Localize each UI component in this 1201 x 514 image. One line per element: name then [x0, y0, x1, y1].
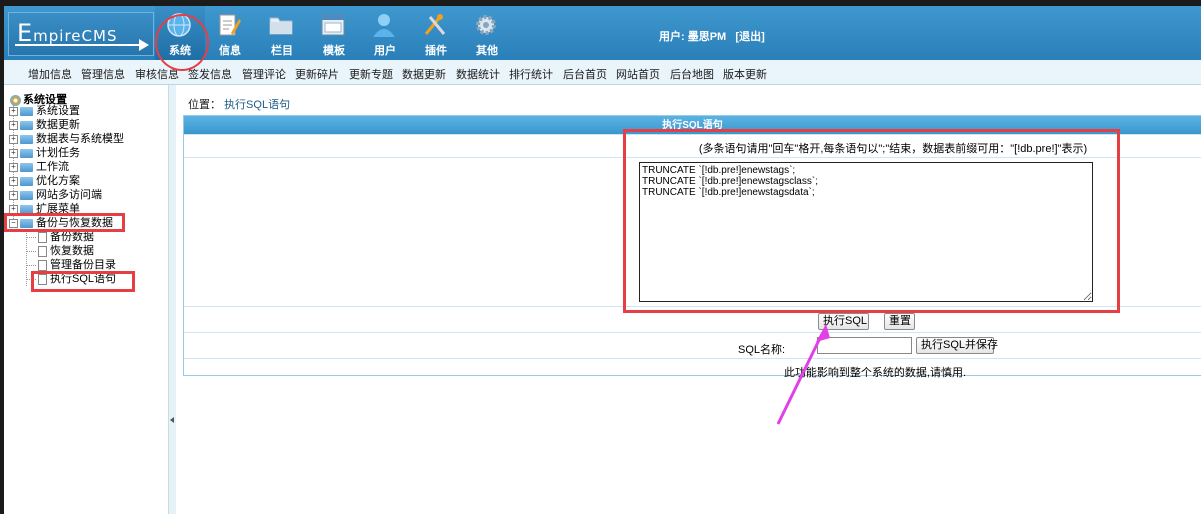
sub-nav-manage-info[interactable]: 管理信息 — [81, 66, 125, 82]
gear-icon — [476, 15, 496, 35]
breadcrumb-link[interactable]: 执行SQL语句 — [224, 99, 290, 111]
sidebar-tree: 系统设置 + 系统设置 + 数据更新 + 数据表与系统模型 + 计划任务 + 工作流 + 优… — [4, 85, 168, 514]
sub-nav-data-stats[interactable]: 数据统计 — [456, 66, 500, 82]
tree-item-manage-backup-dir[interactable]: 管理备份目录 — [38, 258, 116, 272]
tree-item-restore-data[interactable]: 恢复数据 — [38, 244, 94, 258]
tree-folder-scheduled-tasks[interactable]: + 计划任务 — [9, 146, 80, 160]
page-icon — [38, 259, 47, 271]
sub-nav-admin-map[interactable]: 后台地图 — [670, 66, 714, 82]
sub-nav-ranking-stats[interactable]: 排行统计 — [509, 66, 553, 82]
row-divider — [184, 358, 1201, 359]
sub-nav-site-home[interactable]: 网站首页 — [616, 66, 660, 82]
tree-line — [26, 237, 36, 238]
collapse-arrow-icon[interactable] — [170, 417, 174, 423]
tree-line — [26, 265, 36, 266]
tree-folder-data-update[interactable]: + 数据更新 — [9, 118, 80, 132]
folder-icon — [20, 120, 33, 130]
expand-icon[interactable]: + — [9, 120, 18, 130]
page-icon — [38, 231, 47, 243]
sub-nav-update-fragments[interactable]: 更新碎片 — [295, 66, 339, 82]
nav-label: 模板 — [323, 45, 345, 57]
highlight-box-sql-area — [623, 129, 1120, 313]
nav-label: 插件 — [425, 45, 447, 57]
cms-admin-window: EmpireCMS 系统 信息 栏目 模板 用户 插件 其他 用户: 墨思PM … — [4, 6, 1201, 514]
sub-nav-sign-info[interactable]: 签发信息 — [188, 66, 232, 82]
folder-icon — [269, 17, 293, 35]
warning-text: 此功能影响到整个系统的数据,请慎用. — [783, 367, 967, 379]
nav-plugin[interactable]: 插件 — [411, 6, 461, 60]
folder-icon — [20, 106, 33, 116]
logo-arrow-head — [139, 39, 149, 51]
folder-icon — [20, 190, 33, 200]
edit-icon — [219, 14, 241, 36]
nav-template[interactable]: 模板 — [309, 6, 359, 60]
expand-icon[interactable]: + — [9, 148, 18, 158]
breadcrumb-prefix: 位置： — [188, 99, 221, 111]
folder-icon — [20, 176, 33, 186]
tree-folder-system-settings[interactable]: + 系统设置 — [9, 104, 80, 118]
nav-label: 信息 — [219, 45, 241, 57]
page-icon — [38, 245, 47, 257]
folder-icon — [20, 134, 33, 144]
tree-line — [26, 251, 36, 252]
empirecms-logo[interactable]: EmpireCMS — [8, 12, 154, 56]
annotation-arrow — [776, 324, 830, 425]
tree-folder-multi-access[interactable]: + 网站多访问端 — [9, 188, 102, 202]
tools-icon — [424, 14, 446, 35]
nav-info[interactable]: 信息 — [205, 6, 255, 60]
nav-column[interactable]: 栏目 — [257, 6, 307, 60]
sub-nav-add-info[interactable]: 增加信息 — [28, 66, 72, 82]
sub-nav-version-update[interactable]: 版本更新 — [723, 66, 767, 82]
tree-folder-optimization[interactable]: + 优化方案 — [9, 174, 80, 188]
logo-arrow-line — [15, 44, 143, 46]
highlight-circle-system — [155, 14, 209, 71]
execute-and-save-button[interactable]: 执行SQL并保存 — [916, 337, 998, 354]
expand-icon[interactable]: + — [9, 162, 18, 172]
tree-folder-tables-models[interactable]: + 数据表与系统模型 — [9, 132, 124, 146]
sub-nav-data-update[interactable]: 数据更新 — [402, 66, 446, 82]
sub-nav-admin-home[interactable]: 后台首页 — [563, 66, 607, 82]
expand-icon[interactable]: + — [9, 134, 18, 144]
logout-link[interactable]: [退出] — [735, 31, 764, 43]
expand-icon[interactable]: + — [9, 106, 18, 116]
highlight-box-backup — [4, 213, 125, 232]
reset-button[interactable]: 重置 — [884, 313, 915, 330]
window-icon — [321, 14, 345, 36]
logo-text: EmpireCMS — [17, 19, 118, 47]
tree-line — [26, 230, 27, 286]
expand-icon[interactable]: + — [9, 176, 18, 186]
tree-item-backup-data[interactable]: 备份数据 — [38, 230, 94, 244]
user-info: 用户: 墨思PM [退出] — [659, 28, 765, 44]
folder-icon — [20, 148, 33, 158]
nav-label: 栏目 — [271, 45, 293, 57]
nav-label: 用户 — [374, 45, 396, 57]
user-icon — [373, 14, 395, 37]
folder-icon — [20, 162, 33, 172]
sub-nav-update-topics[interactable]: 更新专题 — [349, 66, 393, 82]
nav-label: 其他 — [476, 45, 498, 57]
user-name: 用户: 墨思PM — [659, 31, 727, 43]
sub-nav-manage-comments[interactable]: 管理评论 — [242, 66, 286, 82]
highlight-box-execute-sql — [31, 271, 135, 292]
breadcrumb: 位置： 执行SQL语句 — [188, 96, 290, 112]
nav-user[interactable]: 用户 — [360, 6, 410, 60]
expand-icon[interactable]: + — [9, 190, 18, 200]
tree-folder-workflow[interactable]: + 工作流 — [9, 160, 69, 174]
row-divider — [184, 332, 1201, 333]
nav-other[interactable]: 其他 — [462, 6, 512, 60]
